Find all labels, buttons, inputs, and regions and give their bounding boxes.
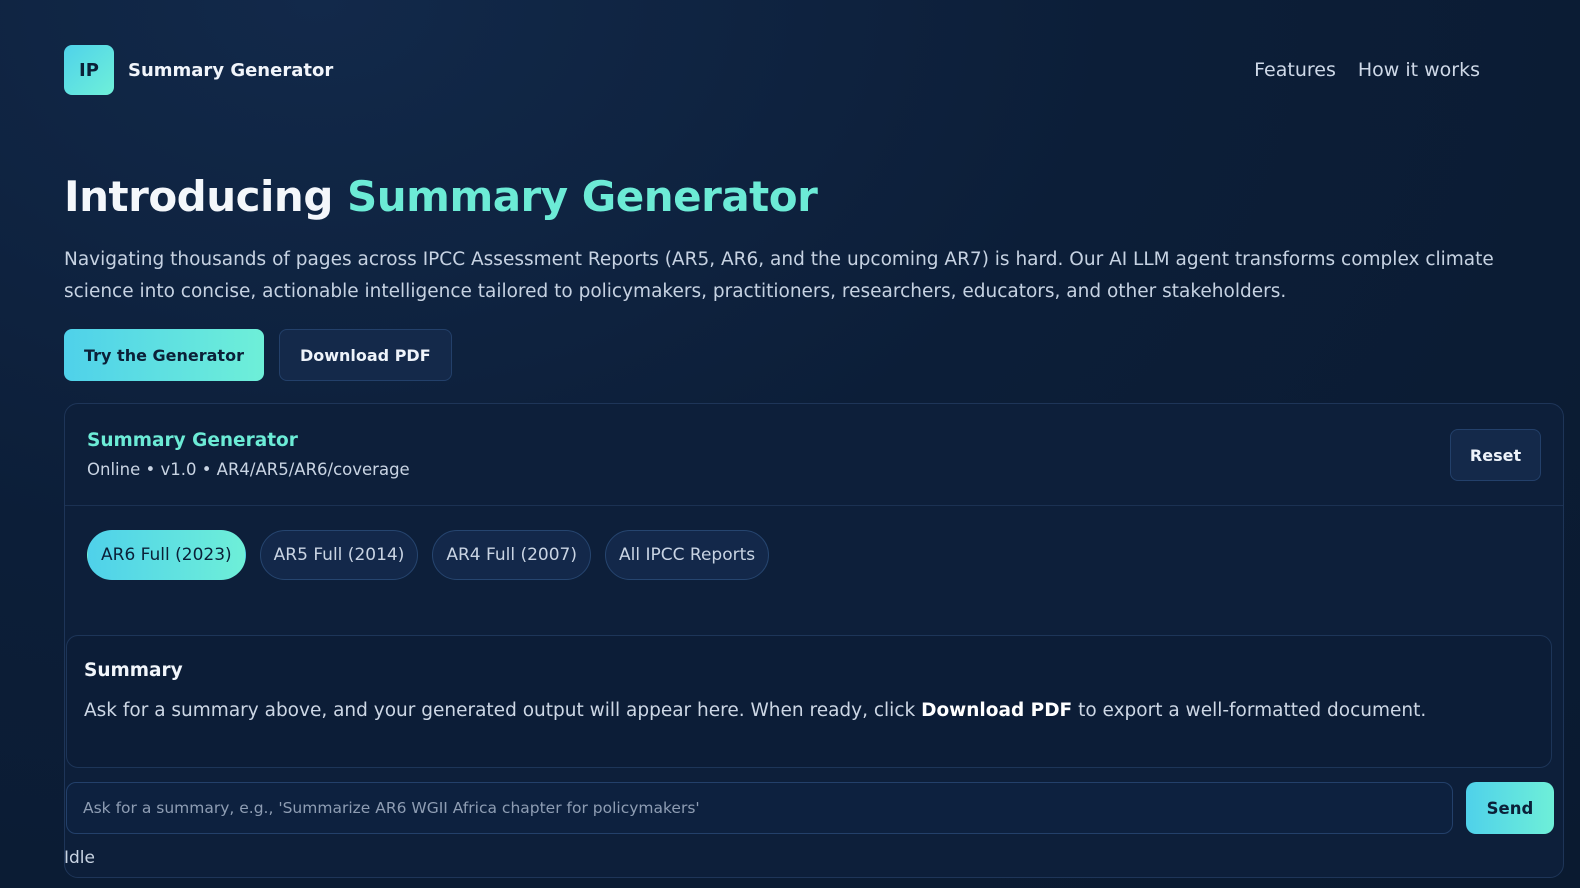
- filter-pill-ar6[interactable]: AR6 Full (2023): [87, 530, 246, 580]
- download-pdf-button[interactable]: Download PDF: [278, 329, 452, 381]
- main-nav: Features How it works: [1254, 59, 1480, 81]
- status-text: Idle: [64, 848, 95, 868]
- prompt-input[interactable]: [66, 782, 1453, 834]
- summary-output-box: Summary Ask for a summary above, and you…: [66, 635, 1552, 768]
- panel-status-line: Online • v1.0 • AR4/AR5/AR6/coverage: [87, 460, 410, 479]
- nav-link-features[interactable]: Features: [1254, 59, 1336, 81]
- nav-link-how-it-works[interactable]: How it works: [1358, 59, 1480, 81]
- hero-title: Introducing Summary Generator: [64, 172, 818, 221]
- summary-heading: Summary: [84, 660, 183, 681]
- summary-text-before: Ask for a summary above, and your genera…: [84, 700, 922, 721]
- reset-button[interactable]: Reset: [1450, 429, 1541, 481]
- summary-text-after: to export a well-formatted document.: [1072, 700, 1427, 721]
- panel-title: Summary Generator: [87, 430, 298, 451]
- top-nav-bar: IP Summary Generator Features How it wor…: [64, 45, 1516, 95]
- brand-name[interactable]: Summary Generator: [128, 60, 333, 81]
- logo-badge[interactable]: IP: [64, 45, 114, 95]
- filter-pill-ar4[interactable]: AR4 Full (2007): [432, 530, 592, 580]
- hero-description: Navigating thousands of pages across IPC…: [64, 249, 1494, 302]
- summary-text-bold: Download PDF: [921, 700, 1073, 721]
- page: IP Summary Generator Features How it wor…: [0, 0, 1580, 888]
- filter-pill-ar5[interactable]: AR5 Full (2014): [259, 530, 419, 580]
- summary-placeholder-text: Ask for a summary above, and your genera…: [84, 700, 1426, 721]
- send-button[interactable]: Send: [1466, 782, 1554, 834]
- prompt-row: Send: [66, 782, 1554, 834]
- generator-panel: Summary Generator Online • v1.0 • AR4/AR…: [64, 403, 1564, 878]
- try-generator-button[interactable]: Try the Generator: [64, 329, 264, 381]
- panel-header: Summary Generator Online • v1.0 • AR4/AR…: [65, 404, 1563, 506]
- filter-pill-all-reports[interactable]: All IPCC Reports: [605, 530, 770, 580]
- hero-title-prefix: Introducing: [64, 172, 348, 221]
- hero-title-accent: Summary Generator: [347, 172, 818, 221]
- report-filter-row: AR6 Full (2023) AR5 Full (2014) AR4 Full…: [87, 530, 770, 580]
- cta-row: Try the Generator Download PDF: [64, 329, 452, 381]
